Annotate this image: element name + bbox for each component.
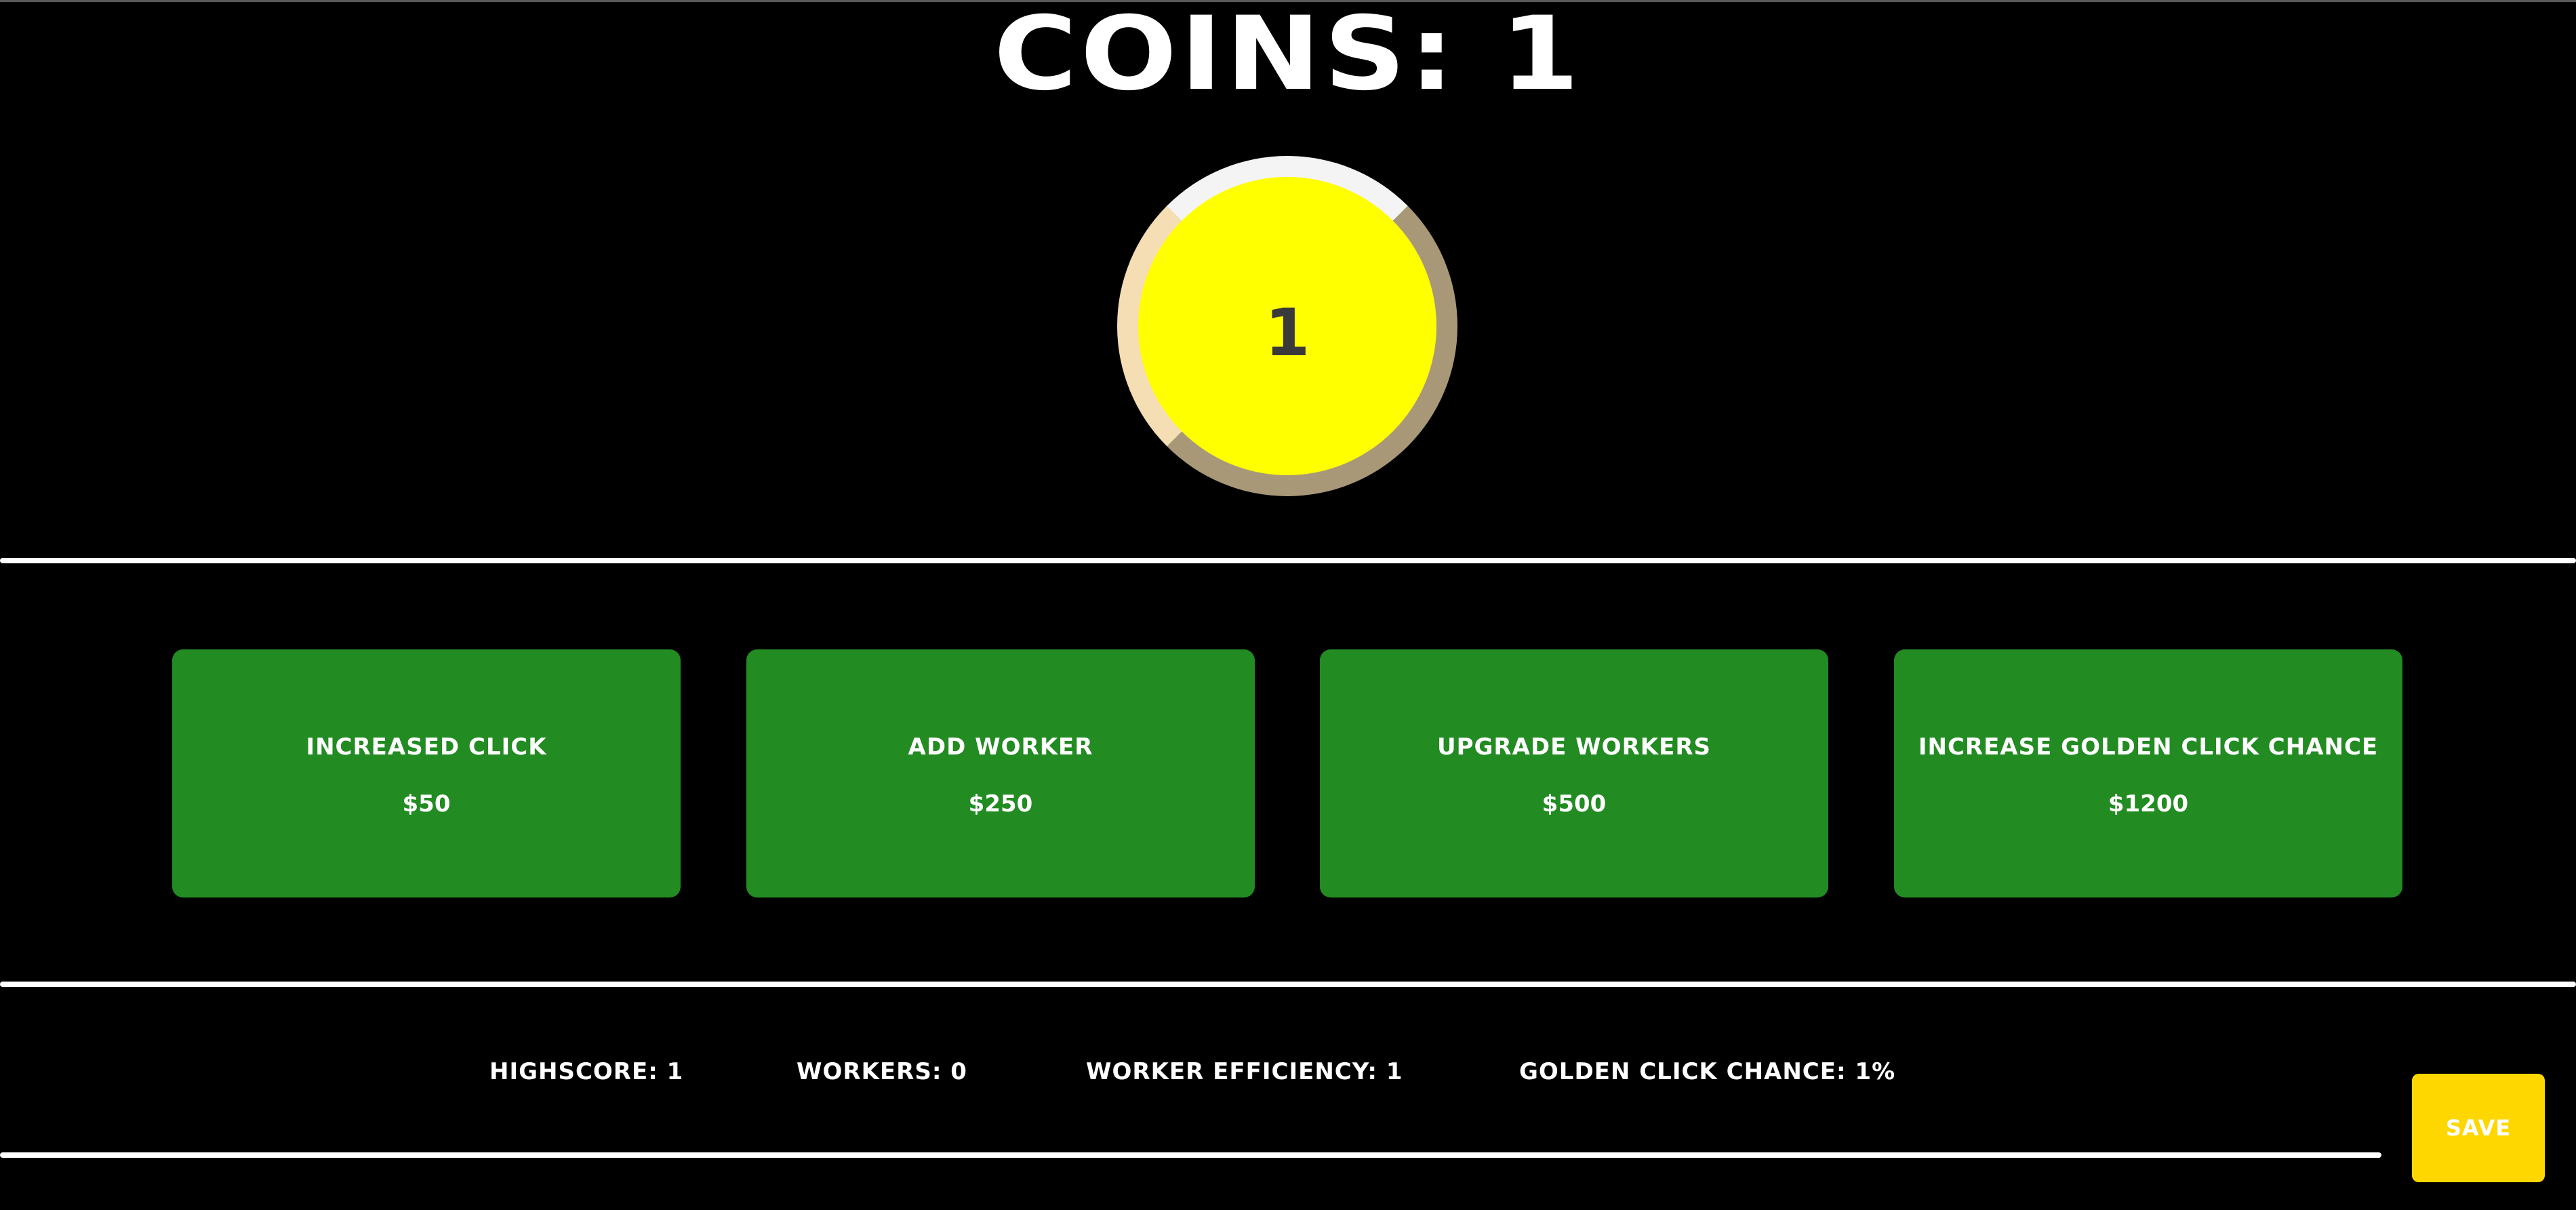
stats-bar: HIGHSCORE: 1 WORKERS: 0 WORKER EFFICIENC… <box>0 1058 2576 1092</box>
coin-face: 1 <box>1138 177 1436 475</box>
shop-item-price: $250 <box>968 790 1033 818</box>
increase-golden-click-chance-button[interactable]: INCREASE GOLDEN CLICK CHANCE $1200 <box>1894 649 2402 898</box>
save-button[interactable]: SAVE <box>2412 1074 2545 1182</box>
shop-item-label: ADD WORKER <box>908 733 1093 761</box>
add-worker-button[interactable]: ADD WORKER $250 <box>746 649 1255 898</box>
shop-item-label: INCREASE GOLDEN CLICK CHANCE <box>1918 733 2379 761</box>
divider-top <box>0 558 2576 563</box>
upgrade-workers-button[interactable]: UPGRADE WORKERS $500 <box>1320 649 1828 898</box>
game-screen: COINS: 1 1 INCREASED CLICK $50 ADD WORKE… <box>0 0 2576 1210</box>
divider-bottom <box>0 1152 2381 1158</box>
workers-stat: WORKERS: 0 <box>797 1058 967 1085</box>
worker-efficiency-stat: WORKER EFFICIENCY: 1 <box>1086 1058 1403 1085</box>
shop-item-label: UPGRADE WORKERS <box>1436 733 1712 761</box>
coin-button[interactable]: 1 <box>1117 156 1457 496</box>
coins-counter: COINS: 1 <box>993 0 1583 113</box>
highscore-stat: HIGHSCORE: 1 <box>489 1058 684 1085</box>
increased-click-button[interactable]: INCREASED CLICK $50 <box>172 649 681 898</box>
shop-item-price: $500 <box>1542 790 1607 818</box>
shop-item-label: INCREASED CLICK <box>306 733 547 761</box>
shop-item-price: $50 <box>402 790 451 818</box>
shop-item-price: $1200 <box>2108 790 2189 818</box>
coin-value: 1 <box>1264 295 1310 371</box>
divider-middle <box>0 982 2576 987</box>
shop-panel: INCREASED CLICK $50 ADD WORKER $250 UPGR… <box>172 649 2402 898</box>
golden-click-chance-stat: GOLDEN CLICK CHANCE: 1% <box>1519 1058 1896 1085</box>
